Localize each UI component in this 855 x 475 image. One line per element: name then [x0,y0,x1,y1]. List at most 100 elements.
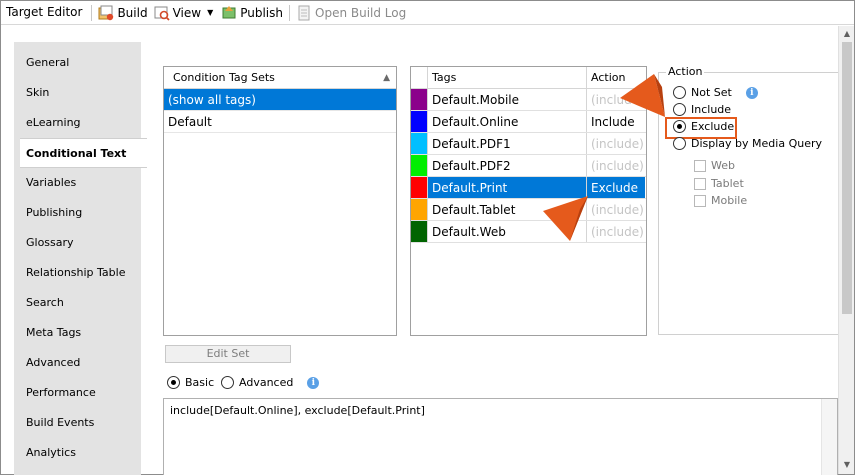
checkbox-tablet-label: Tablet [711,177,744,190]
sidebar-item-search[interactable]: Search [26,288,147,318]
scrollbar-thumb[interactable] [842,42,852,314]
tag-color-swatch [411,177,428,198]
publish-label: Publish [240,5,283,20]
info-icon[interactable]: i [307,376,320,389]
radio-advanced-label: Advanced [239,376,294,389]
radio-not-set[interactable]: Not Set i [673,86,758,99]
sidebar-item-skin[interactable]: Skin [26,78,147,108]
sidebar-item-label: Analytics [26,446,76,459]
sidebar-item-label: Glossary [26,236,74,249]
open-build-log-button[interactable]: Open Build Log [293,2,409,24]
sidebar-item-variables[interactable]: Variables [26,168,147,198]
checkbox-mobile[interactable]: Mobile [694,194,747,207]
tag-row[interactable]: Default.Online Include [411,111,646,133]
tag-row[interactable]: Default.PDF1 (include) [411,133,646,155]
tag-color-swatch [411,155,428,176]
radio-include[interactable]: Include [673,103,731,116]
sidebar-item-general[interactable]: General [26,48,147,78]
sidebar-item-label: Relationship Table [26,266,126,279]
radio-media-query-circle[interactable] [673,137,686,150]
scroll-down-icon[interactable]: ▼ [841,460,853,470]
tag-color-swatch [411,111,428,132]
sidebar-item-label: Meta Tags [26,326,82,339]
vertical-scrollbar[interactable]: ▲ ▼ [838,26,854,474]
tag-name: Default.Mobile [428,89,587,110]
build-label: Build [117,5,148,20]
action-group-title: Action [666,65,705,78]
tags-grid[interactable]: Tags Action Default.Mobile (include) Defau… [410,66,647,336]
radio-advanced-circle[interactable] [221,376,234,389]
tag-color-swatch [411,89,428,110]
tag-color-swatch [411,221,428,242]
radio-basic[interactable]: Basic [167,376,214,389]
info-icon[interactable]: i [745,86,758,99]
checkbox-web-box[interactable] [694,159,706,172]
sidebar-item-elearning[interactable]: eLearning [26,108,147,138]
expression-scrollbar[interactable] [821,399,837,475]
view-dropdown-icon[interactable]: ▼ [207,8,213,17]
sidebar-item-publishing[interactable]: Publishing [26,198,147,228]
tag-name: Default.PDF2 [428,155,587,176]
checkbox-web[interactable]: Web [694,159,735,172]
tag-action[interactable]: (include) [587,199,645,220]
toolbar-divider [91,4,93,21]
checkbox-tablet-box[interactable] [694,177,706,190]
tag-row[interactable]: Default.Mobile (include) [411,89,646,111]
radio-advanced[interactable]: Advanced i [221,376,320,389]
tag-action[interactable]: (include) [587,221,645,242]
checkbox-mobile-label: Mobile [711,194,748,207]
radio-not-set-circle[interactable] [673,86,686,99]
tag-sets-header-label: Condition Tag Sets [173,71,275,84]
sidebar-item-label: eLearning [26,116,81,129]
tag-row[interactable]: Default.Tablet (include) [411,199,646,221]
sidebar-item-performance[interactable]: Performance [26,378,147,408]
condition-expression-box[interactable]: include[Default.Online], exclude[Default… [163,398,838,475]
tag-sets-header[interactable]: Condition Tag Sets ▲ [164,67,396,89]
tag-action[interactable]: Exclude [587,177,645,198]
view-button[interactable]: View ▼ [151,2,219,24]
toolbar-divider [289,4,290,21]
tag-action[interactable]: Include [587,111,645,132]
toolbar: Target Editor Build View ▼ Publish Open … [1,1,854,25]
editor-title: Target Editor [6,4,83,19]
build-button[interactable]: Build [95,2,150,24]
build-log-icon [296,5,312,21]
view-label: View [172,5,202,20]
tag-action[interactable]: (include) [587,133,645,154]
sidebar-item-relationship-table[interactable]: Relationship Table [26,258,147,288]
condition-tag-sets-list[interactable]: Condition Tag Sets ▲ (show all tags) Defa… [163,66,397,336]
action-column-header[interactable]: Action [587,67,645,88]
radio-media-query[interactable]: Display by Media Query [673,137,822,150]
tags-column-header[interactable]: Tags [428,67,587,88]
sidebar-item-build-events[interactable]: Build Events [26,408,147,438]
sidebar-item-label: Skin [26,86,50,99]
radio-not-set-label: Not Set [691,86,732,99]
publish-button[interactable]: Publish [218,2,286,24]
checkbox-tablet[interactable]: Tablet [694,177,744,190]
sidebar-item-meta-tags[interactable]: Meta Tags [26,318,147,348]
scroll-up-icon[interactable]: ▲ [841,29,853,39]
tag-action[interactable]: (include) [587,155,645,176]
build-icon [98,5,114,21]
checkbox-web-label: Web [711,159,735,172]
edit-set-button[interactable]: Edit Set [165,345,291,363]
sidebar-item-conditional-text[interactable]: Conditional Text [20,138,147,168]
radio-basic-circle[interactable] [167,376,180,389]
tag-row[interactable]: Default.Print Exclude [411,177,646,199]
radio-include-circle[interactable] [673,103,686,116]
open-build-log-label: Open Build Log [315,5,407,20]
tag-row[interactable]: Default.Web (include) [411,221,646,243]
tag-action[interactable]: (include) [587,89,645,110]
tag-set-row[interactable]: (show all tags) [164,89,396,111]
radio-media-query-label: Display by Media Query [691,137,822,150]
tags-grid-header: Tags Action [411,67,646,89]
sidebar-item-analytics[interactable]: Analytics [26,438,147,468]
checkbox-mobile-box[interactable] [694,194,706,207]
sidebar-item-label: Build Events [26,416,95,429]
tag-name: Default.Web [428,221,587,242]
tag-row[interactable]: Default.PDF2 (include) [411,155,646,177]
sidebar-item-glossary[interactable]: Glossary [26,228,147,258]
sidebar-item-label: Conditional Text [26,147,127,160]
sidebar-item-advanced[interactable]: Advanced [26,348,147,378]
tag-set-row[interactable]: Default [164,111,396,133]
